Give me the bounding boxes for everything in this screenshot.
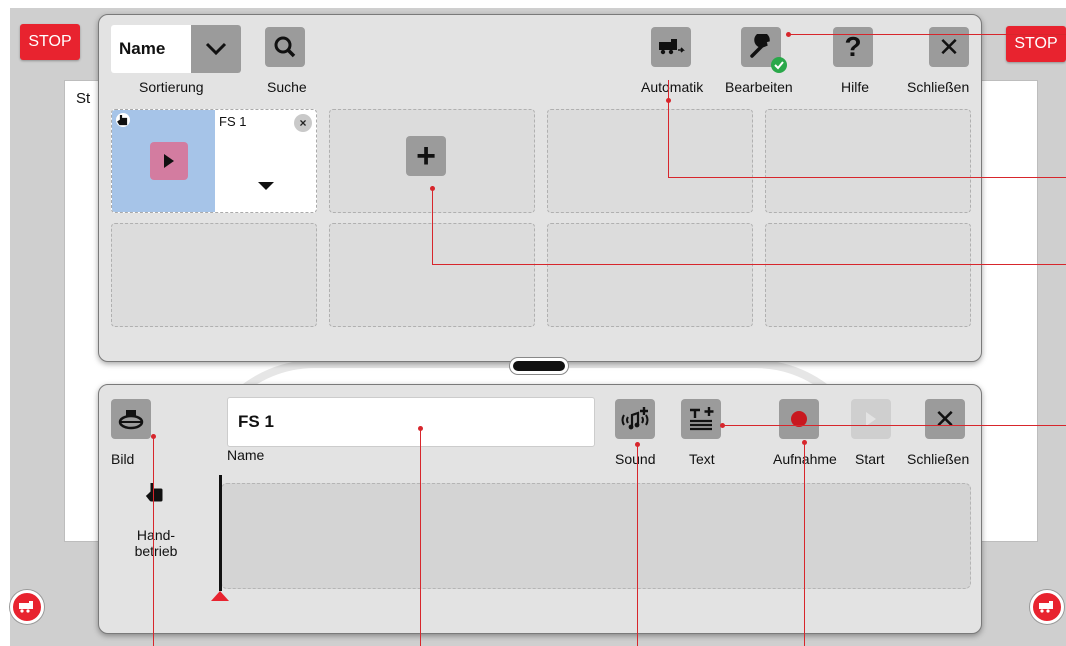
sequence-tile-name: FS 1: [219, 114, 247, 129]
empty-tile: [765, 109, 971, 213]
sound-label: Sound: [615, 451, 656, 467]
close-list-label: Schließen: [907, 79, 970, 95]
callout-line: [668, 177, 1066, 178]
callout-line: [804, 442, 805, 646]
callout-line: [788, 34, 1066, 35]
callout-dot: [802, 440, 807, 445]
turntable-icon: [118, 410, 144, 430]
background-title-fragment: St: [76, 90, 91, 107]
loco-menu-button-left[interactable]: [10, 590, 44, 624]
callout-dot: [151, 434, 156, 439]
screen: St STOP STOP Name Sortierung Suche Autom…: [0, 0, 1066, 646]
empty-tile: [547, 223, 753, 327]
empty-tile: [765, 223, 971, 327]
sequence-editor-panel: Bild FS 1 Name Sound Text Aufnahme Start…: [98, 384, 982, 634]
close-icon: ✕: [934, 403, 956, 434]
locomotive-icon: [19, 601, 33, 613]
sequence-tile[interactable]: FS 1 ×: [111, 109, 317, 213]
automatic-label: Automatik: [641, 79, 704, 95]
wrench-icon: [750, 34, 770, 58]
sequence-name-input[interactable]: FS 1: [227, 397, 595, 447]
record-button[interactable]: [779, 399, 819, 439]
hand-icon: [116, 113, 130, 127]
hand-mode-label: Hand- betrieb: [134, 527, 178, 559]
add-text-button[interactable]: [681, 399, 721, 439]
callout-dot: [418, 426, 423, 431]
play-icon: [164, 154, 174, 168]
play-sequence-button[interactable]: [150, 142, 188, 180]
name-field-label: Name: [227, 447, 265, 463]
sequence-list-panel: Name Sortierung Suche Automatik Bearbeit…: [98, 14, 982, 362]
edit-label: Bearbeiten: [725, 79, 793, 95]
help-label: Hilfe: [841, 79, 870, 95]
stop-button-left[interactable]: STOP: [20, 24, 80, 60]
question-icon: ?: [844, 31, 862, 62]
close-editor-label: Schließen: [907, 451, 970, 467]
timeline-cursor[interactable]: [219, 475, 222, 591]
start-label: Start: [855, 451, 885, 467]
add-sound-icon: [621, 407, 649, 430]
image-label: Bild: [111, 451, 135, 467]
caret-down-icon[interactable]: [258, 182, 274, 190]
chevron-down-icon[interactable]: [191, 25, 241, 73]
close-icon: ✕: [938, 31, 960, 62]
add-button[interactable]: +: [406, 136, 446, 176]
callout-dot: [635, 442, 640, 447]
search-icon: [274, 36, 296, 58]
sort-value: Name: [119, 39, 166, 58]
locomotive-icon: [659, 39, 685, 55]
close-editor-button[interactable]: ✕: [925, 399, 965, 439]
callout-line: [668, 80, 669, 178]
callout-line: [432, 264, 1066, 265]
close-list-button[interactable]: ✕: [929, 27, 969, 67]
search-label: Suche: [267, 79, 307, 95]
loco-menu-button-right[interactable]: [1030, 590, 1064, 624]
empty-tile: [111, 223, 317, 327]
image-button[interactable]: [111, 399, 151, 439]
search-button[interactable]: [265, 27, 305, 67]
sort-label: Sortierung: [139, 79, 204, 95]
callout-dot: [666, 98, 671, 103]
sequence-timeline[interactable]: [221, 483, 971, 589]
plus-icon: +: [416, 136, 436, 175]
callout-line: [153, 436, 154, 646]
sort-dropdown[interactable]: Name: [111, 25, 241, 73]
hand-mode-icon: [145, 481, 165, 508]
callout-line: [722, 425, 1066, 426]
callout-dot: [430, 186, 435, 191]
edit-button[interactable]: [741, 27, 787, 73]
callout-dot: [720, 423, 725, 428]
help-button[interactable]: ?: [833, 27, 873, 67]
timeline-cursor-marker[interactable]: [211, 591, 229, 601]
stop-button-right[interactable]: STOP: [1006, 26, 1066, 62]
empty-tile: [547, 109, 753, 213]
text-label: Text: [689, 451, 715, 467]
callout-line: [420, 428, 421, 646]
start-button[interactable]: [851, 399, 891, 439]
delete-sequence-button[interactable]: ×: [294, 114, 312, 132]
callout-line: [432, 186, 433, 265]
active-check-icon: [771, 57, 787, 73]
panel-drag-handle[interactable]: [510, 358, 568, 374]
locomotive-icon: [1039, 601, 1053, 613]
automatic-button[interactable]: [651, 27, 691, 67]
add-text-icon: [690, 407, 714, 431]
callout-line: [637, 444, 638, 646]
callout-dot: [786, 32, 791, 37]
add-sound-button[interactable]: [615, 399, 655, 439]
